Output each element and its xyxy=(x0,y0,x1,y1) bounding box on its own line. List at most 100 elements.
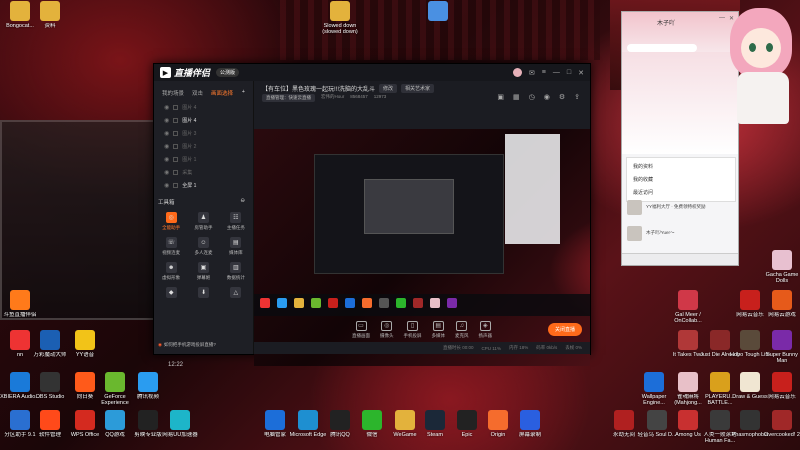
chat-list-item[interactable]: YY福利大厅 · 免费领特权奖励 xyxy=(624,195,738,219)
go-live-button[interactable]: 关闭直播 xyxy=(547,323,582,336)
streamer-name: 宏伟的Hour xyxy=(321,94,345,99)
desktop-icon[interactable]: 腾讯视频 xyxy=(128,372,168,400)
clock-icon[interactable]: ◷ xyxy=(529,93,535,101)
stream-preview[interactable]: ▭ 直播画面 ◎ 摄像头 ▯ 手机投屏 ▤ 多媒体 ♫ 麦克风 ◈ 扬声器 关闭直播 xyxy=(254,129,590,366)
edit-title-button[interactable]: 修改 xyxy=(379,84,398,93)
menu-item-profile[interactable]: 我的资料 xyxy=(627,160,735,173)
layer-lock-icon[interactable] xyxy=(173,131,179,136)
toolbox-item[interactable]: ▣ 弹幕姬 xyxy=(188,262,218,281)
grid-icon[interactable]: ▦ xyxy=(513,93,520,101)
desktop-icon[interactable]: Super Bunny Man xyxy=(762,330,800,365)
visibility-eye-icon[interactable]: ◉ xyxy=(164,156,169,163)
room-mode[interactable]: 直播管理：快速云直播 xyxy=(262,94,315,102)
layer-lock-icon[interactable] xyxy=(173,183,179,188)
layer-item[interactable]: ◉ 图片 3 xyxy=(154,127,253,140)
toolbox-item[interactable]: ▥ 数据统计 xyxy=(221,262,251,281)
app-icon xyxy=(75,372,95,392)
stage-control[interactable]: ▭ 直播画面 xyxy=(352,320,370,339)
add-scene-icon[interactable]: + xyxy=(242,89,245,97)
chat-search-input[interactable] xyxy=(627,44,697,52)
mail-icon[interactable]: ✉ xyxy=(529,69,535,77)
layer-lock-icon[interactable] xyxy=(173,118,179,123)
desktop-icon[interactable]: 网易UU加速器 xyxy=(160,410,200,438)
tool-label: 虚拟形象 xyxy=(162,275,181,280)
toolbox-item[interactable]: ◎ 全能助手 xyxy=(156,212,186,231)
share-icon[interactable]: ⇪ xyxy=(574,93,580,101)
desktop-icon[interactable]: Gal Meer / OnCollab... xyxy=(668,290,708,325)
desktop-icon[interactable]: Slowed down (slowed down) xyxy=(320,1,360,36)
app-icon xyxy=(395,410,415,430)
toolbox-item[interactable]: ♟ 房管助手 xyxy=(188,212,218,231)
close-icon[interactable]: ✕ xyxy=(578,69,584,77)
stage-control[interactable]: ▯ 手机投屏 xyxy=(404,320,422,339)
visibility-eye-icon[interactable]: ◉ xyxy=(164,143,169,150)
app-icon xyxy=(740,410,760,430)
menu-item-favorites[interactable]: 我的收藏 xyxy=(627,173,735,186)
desktop-icon[interactable]: YY语音 xyxy=(65,330,105,358)
desktop-icon[interactable]: 软件管理 xyxy=(30,410,70,438)
streaming-app-window[interactable]: ▶ 直播伴侣 公测版 ✉ ≡ — □ ✕ 我的场景 双击 画面选择 + ◉ 图片 … xyxy=(153,63,591,366)
toolbox-item[interactable]: ⬇ xyxy=(188,287,218,300)
record-icon[interactable]: ◉ xyxy=(544,93,550,101)
desktop-icon[interactable]: Overcooked! 2 xyxy=(762,410,800,438)
app-titlebar[interactable]: ▶ 直播伴侣 公测版 ✉ ≡ — □ ✕ xyxy=(154,64,590,81)
stage-control[interactable]: ▤ 多媒体 xyxy=(432,320,445,339)
toolbox-item[interactable]: ◆ xyxy=(156,287,186,300)
visibility-eye-icon[interactable]: ◉ xyxy=(164,104,169,111)
help-tip[interactable]: ◉ 如何把手机游戏投屏直播? xyxy=(158,342,216,348)
desktop-icon[interactable]: 万彩魔动大师 xyxy=(30,330,70,358)
layout-icon[interactable]: ▣ xyxy=(497,93,504,101)
stage-control[interactable]: ♫ 麦克风 xyxy=(455,320,469,339)
tool-icon: ▣ xyxy=(197,262,209,273)
layer-item[interactable]: ◉ 采集 xyxy=(154,166,253,179)
layer-item[interactable]: ◉ 图片 1 xyxy=(154,153,253,166)
tab-my-scenes[interactable]: 我的场景 xyxy=(162,89,184,97)
chat-list-item[interactable]: 木子吖/Yuer～ xyxy=(624,221,738,245)
app-icon xyxy=(520,410,540,430)
tool-label: 房管助手 xyxy=(194,225,213,230)
desktop-icon[interactable] xyxy=(418,1,458,23)
related-artist-button[interactable]: 相关艺术家 xyxy=(401,84,435,93)
layer-item[interactable]: ◉ 全屏 1 xyxy=(154,179,253,192)
toolbox-item[interactable]: ☏ 视频连麦 xyxy=(156,237,186,256)
layer-list: ◉ 图片 4 ◉ 图片 4 ◉ 图片 3 ◉ 图片 2 ◉ 图片 1 ◉ 采集 ◉ 全屏 1 xyxy=(154,101,253,192)
desktop-icon[interactable]: Gacha Game Dolls xyxy=(762,250,800,285)
stage-control[interactable]: ◈ 扬声器 xyxy=(479,320,492,339)
desktop-icon[interactable]: 网易云音乐 xyxy=(762,372,800,400)
stage-control[interactable]: ◎ 摄像头 xyxy=(380,320,394,339)
toolbox-collapse-icon[interactable]: ⊖ xyxy=(240,198,245,206)
layer-lock-icon[interactable] xyxy=(173,157,179,162)
tab-scene-select[interactable]: 画面选择 xyxy=(211,89,233,97)
desktop-icon[interactable]: 斗鱼直播伴侣 xyxy=(0,290,40,318)
chat-app-panel[interactable]: 木子吖 — ✕ 我的资料 我的收藏 最近访问 YY福利大厅 · 免费领特权奖励 … xyxy=(621,11,739,266)
visibility-eye-icon[interactable]: ◉ xyxy=(164,169,169,176)
toolbox-item[interactable]: ▤ 媒体库 xyxy=(221,237,251,256)
layer-lock-icon[interactable] xyxy=(173,144,179,149)
minimize-icon[interactable]: — xyxy=(553,69,560,76)
menu-icon[interactable]: ≡ xyxy=(542,69,546,76)
desktop-icon[interactable]: 资料 xyxy=(30,1,70,29)
desktop-icon[interactable]: QQ游戏 xyxy=(95,410,135,438)
layer-item[interactable]: ◉ 图片 4 xyxy=(154,114,253,127)
desktop-icon[interactable]: 网易云游戏 xyxy=(762,290,800,318)
visibility-eye-icon[interactable]: ◉ xyxy=(164,182,169,189)
toolbox-item[interactable]: ☺ 多人连麦 xyxy=(188,237,218,256)
visibility-eye-icon[interactable]: ◉ xyxy=(164,130,169,137)
toolbox-item[interactable]: ☻ 虚拟形象 xyxy=(156,262,186,281)
desktop-icon[interactable]: 屏幕录制 xyxy=(510,410,550,438)
user-avatar[interactable] xyxy=(512,68,522,77)
stage-control-icon: ♫ xyxy=(456,320,468,331)
tab-double-click[interactable]: 双击 xyxy=(192,89,203,97)
layer-lock-icon[interactable] xyxy=(173,170,179,175)
layer-lock-icon[interactable] xyxy=(173,105,179,110)
visibility-eye-icon[interactable]: ◉ xyxy=(164,117,169,124)
desktop-icon[interactable]: OBS Studio xyxy=(30,372,70,400)
maximize-icon[interactable]: □ xyxy=(567,69,571,76)
layer-item[interactable]: ◉ 图片 4 xyxy=(154,101,253,114)
toolbox-item[interactable]: △ xyxy=(221,287,251,300)
settings-icon[interactable]: ⚙ xyxy=(559,93,565,101)
layer-item[interactable]: ◉ 图片 2 xyxy=(154,140,253,153)
desktop-icon-label: 资料 xyxy=(44,23,56,29)
beta-badge: 公测版 xyxy=(216,68,240,77)
toolbox-item[interactable]: ☷ 主播任务 xyxy=(221,212,251,231)
